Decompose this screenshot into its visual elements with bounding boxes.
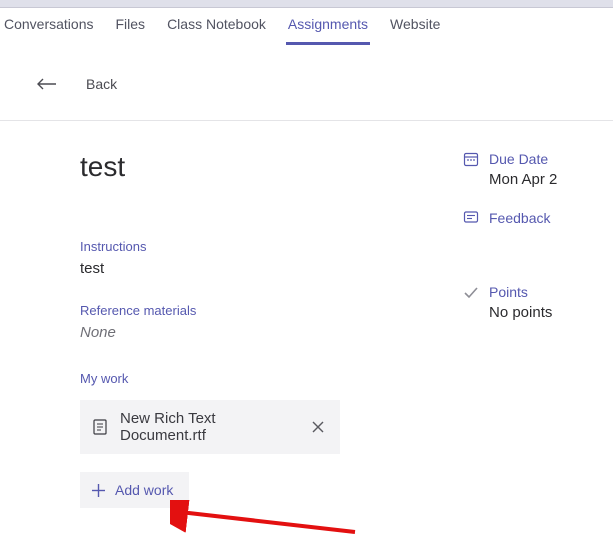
points-label: Points	[489, 284, 528, 300]
due-date-label: Due Date	[489, 151, 548, 167]
tab-website[interactable]: Website	[388, 8, 442, 45]
feedback-label: Feedback	[489, 210, 550, 226]
tab-files[interactable]: Files	[114, 8, 148, 45]
reference-materials-label: Reference materials	[80, 303, 439, 318]
add-work-button[interactable]: Add work	[80, 472, 189, 508]
tab-assignments[interactable]: Assignments	[286, 8, 370, 45]
points-value: No points	[489, 304, 603, 321]
add-work-label: Add work	[115, 482, 173, 498]
document-icon	[92, 419, 108, 435]
remove-file-icon[interactable]	[310, 421, 326, 433]
attached-file[interactable]: New Rich Text Document.rtf	[80, 400, 340, 454]
assignment-content: test Instructions test Reference materia…	[0, 121, 613, 508]
plus-icon	[92, 484, 105, 497]
calendar-icon	[463, 151, 479, 167]
back-row: Back	[0, 58, 613, 120]
channel-tabs: Conversations Files Class Notebook Assig…	[0, 10, 613, 46]
instructions-label: Instructions	[80, 239, 439, 254]
feedback-row[interactable]: Feedback	[463, 210, 603, 226]
assignment-title: test	[80, 151, 439, 183]
my-work-label: My work	[80, 371, 439, 386]
checkmark-icon	[463, 284, 479, 300]
window-chrome-strip	[0, 0, 613, 8]
back-label[interactable]: Back	[86, 76, 117, 92]
tab-conversations[interactable]: Conversations	[2, 8, 96, 45]
due-date-value: Mon Apr 2	[489, 171, 603, 188]
instructions-text: test	[80, 260, 439, 277]
back-arrow-icon[interactable]	[36, 78, 58, 90]
main-column: test Instructions test Reference materia…	[0, 151, 463, 508]
attached-file-name: New Rich Text Document.rtf	[120, 410, 298, 444]
side-column: Due Date Mon Apr 2 Feedback Points No po…	[463, 151, 613, 508]
tab-class-notebook[interactable]: Class Notebook	[165, 8, 268, 45]
reference-materials-value: None	[80, 324, 439, 341]
feedback-icon	[463, 210, 479, 226]
